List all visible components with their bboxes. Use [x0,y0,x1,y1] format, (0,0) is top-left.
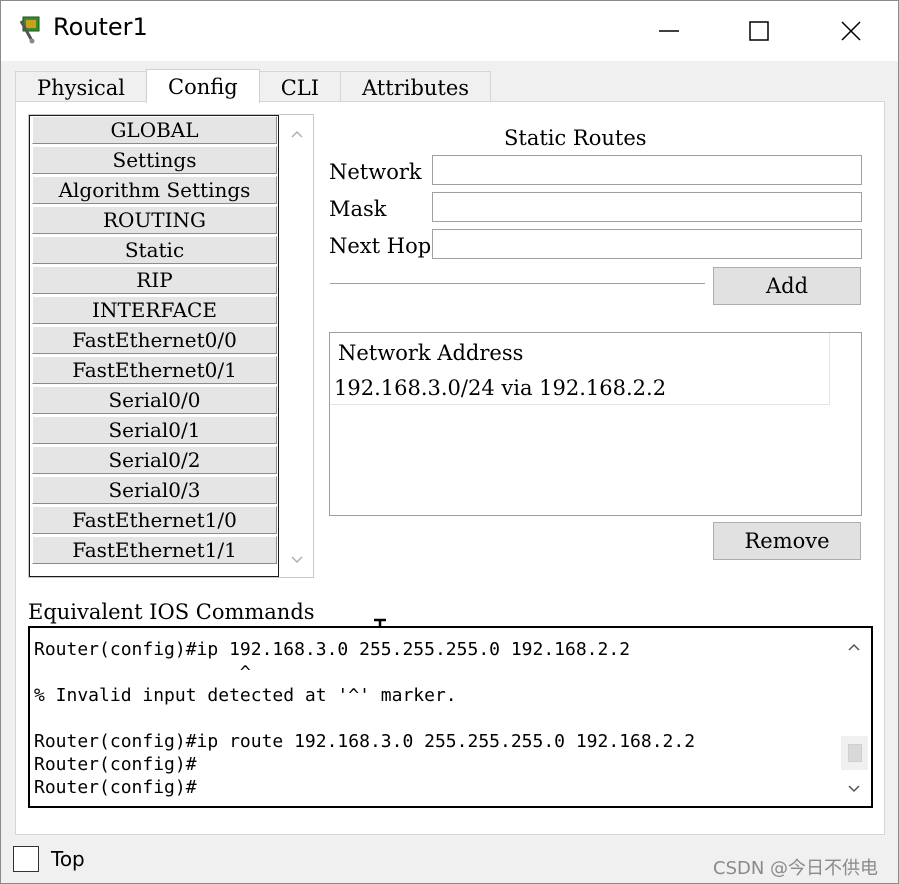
client-area: Physical Config CLI Attributes GLOBAL Se… [1,61,898,883]
config-nav: GLOBAL Settings Algorithm Settings ROUTI… [28,114,314,578]
nav-item-fastethernet1-1[interactable]: FastEthernet1/1 [32,536,277,564]
routes-list-header: Network Address [330,333,830,369]
chevron-up-icon [291,130,303,138]
router-config-window: Router1 Physical Config CLI Attributes G… [0,0,899,884]
console-scroll-down-button[interactable] [838,774,870,804]
remove-button[interactable]: Remove [713,522,861,560]
separator [330,283,705,284]
config-panel: GLOBAL Settings Algorithm Settings ROUTI… [15,101,885,835]
nav-item-serial0-1[interactable]: Serial0/1 [32,416,277,444]
top-checkbox-label: Top [51,847,85,871]
next-hop-label: Next Hop [329,234,432,258]
console-line: Router(config)#ip 192.168.3.0 255.255.25… [34,639,631,660]
nav-scrollbar[interactable] [281,115,313,577]
network-label: Network [329,160,422,184]
add-button[interactable]: Add [713,267,861,305]
tab-bar: Physical Config CLI Attributes [15,69,492,103]
tab-config[interactable]: Config [146,69,260,103]
minimize-button[interactable] [623,1,715,61]
nav-item-fastethernet0-0[interactable]: FastEthernet0/0 [32,326,277,354]
nav-item-static[interactable]: Static [32,236,277,264]
router-app-icon [17,15,47,45]
network-input[interactable] [432,155,862,185]
maximize-button[interactable] [713,1,805,61]
top-checkbox[interactable] [13,846,39,872]
close-button[interactable] [805,1,897,61]
next-hop-input[interactable] [432,229,862,259]
nav-item-algorithm-settings[interactable]: Algorithm Settings [32,176,277,204]
chevron-down-icon [291,556,303,564]
routes-list[interactable]: Network Address 192.168.3.0/24 via 192.1… [329,332,862,516]
mask-input[interactable] [432,192,862,222]
console-line: % Invalid input detected at '^' marker. [34,685,457,706]
nav-item-routing[interactable]: ROUTING [32,206,277,234]
console-line: Router(config)# [34,777,197,798]
nav-item-rip[interactable]: RIP [32,266,277,294]
watermark: CSDN @今日不供电 [713,858,879,879]
config-nav-list: GLOBAL Settings Algorithm Settings ROUTI… [29,115,279,577]
static-routes-title: Static Routes [504,126,647,150]
tab-attributes[interactable]: Attributes [340,71,492,103]
nav-scroll-up-button[interactable] [281,119,313,149]
mask-label: Mask [329,197,387,221]
tab-physical[interactable]: Physical [15,71,148,103]
console-line: Router(config)#ip route 192.168.3.0 255.… [34,731,696,752]
maximize-icon [749,21,769,41]
route-row[interactable]: 192.168.3.0/24 via 192.168.2.2 [330,369,830,405]
chevron-up-icon [848,643,860,651]
close-icon [841,21,861,41]
nav-item-serial0-2[interactable]: Serial0/2 [32,446,277,474]
nav-item-interface[interactable]: INTERFACE [32,296,277,324]
title-bar[interactable]: Router1 [1,1,898,61]
nav-item-global[interactable]: GLOBAL [32,116,277,144]
console-scroll-up-button[interactable] [838,632,870,662]
ios-console[interactable]: Router(config)#ip 192.168.3.0 255.255.25… [28,626,873,808]
console-scrollbar[interactable] [838,628,871,806]
window-title: Router1 [53,13,148,41]
console-line: ^ [34,662,251,683]
console-line: Router(config)# [34,754,197,775]
ios-console-text[interactable]: Router(config)#ip 192.168.3.0 255.255.25… [34,638,834,799]
minimize-icon [659,30,679,32]
chevron-down-icon [848,785,860,793]
nav-item-serial0-0[interactable]: Serial0/0 [32,386,277,414]
nav-scroll-down-button[interactable] [281,545,313,575]
nav-item-fastethernet1-0[interactable]: FastEthernet1/0 [32,506,277,534]
console-scroll-thumb[interactable] [841,736,868,770]
nav-item-fastethernet0-1[interactable]: FastEthernet0/1 [32,356,277,384]
ios-commands-label: Equivalent IOS Commands [28,600,315,624]
nav-item-settings[interactable]: Settings [32,146,277,174]
tab-cli[interactable]: CLI [258,71,342,103]
nav-item-serial0-3[interactable]: Serial0/3 [32,476,277,504]
